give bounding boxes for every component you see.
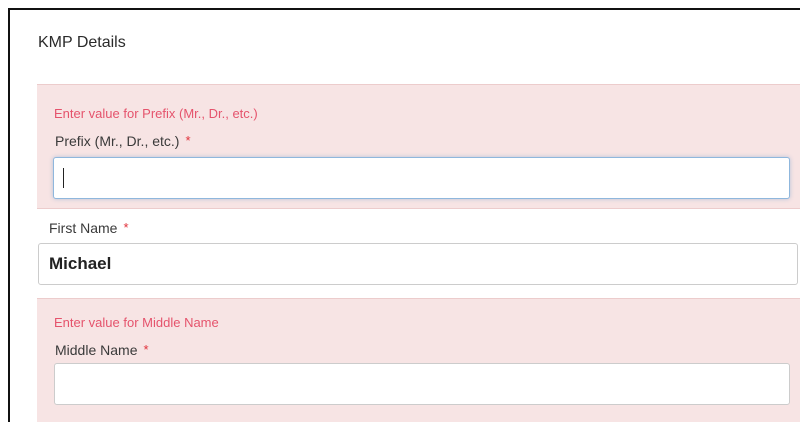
first-name-input-value: Michael	[49, 254, 112, 273]
prefix-label-text: Prefix (Mr., Dr., etc.)	[55, 133, 180, 149]
middle-name-label: Middle Name *	[55, 341, 149, 360]
required-marker: *	[143, 342, 149, 357]
middle-name-input[interactable]	[54, 363, 790, 405]
prefix-error-message: Enter value for Prefix (Mr., Dr., etc.)	[54, 106, 258, 121]
prefix-label: Prefix (Mr., Dr., etc.) *	[55, 132, 191, 151]
first-name-input[interactable]: Michael	[38, 243, 798, 285]
middle-name-field-group: Enter value for Middle Name Middle Name *	[37, 298, 800, 422]
text-caret	[63, 168, 64, 188]
middle-name-label-text: Middle Name	[55, 342, 138, 358]
section-title: KMP Details	[38, 34, 126, 51]
required-marker: *	[185, 133, 191, 148]
required-marker: *	[123, 220, 129, 235]
first-name-label: First Name *	[49, 219, 129, 238]
prefix-input[interactable]	[53, 157, 790, 199]
prefix-field-group: Enter value for Prefix (Mr., Dr., etc.) …	[37, 84, 800, 209]
middle-name-error-message: Enter value for Middle Name	[54, 315, 219, 330]
first-name-label-text: First Name	[49, 220, 118, 236]
